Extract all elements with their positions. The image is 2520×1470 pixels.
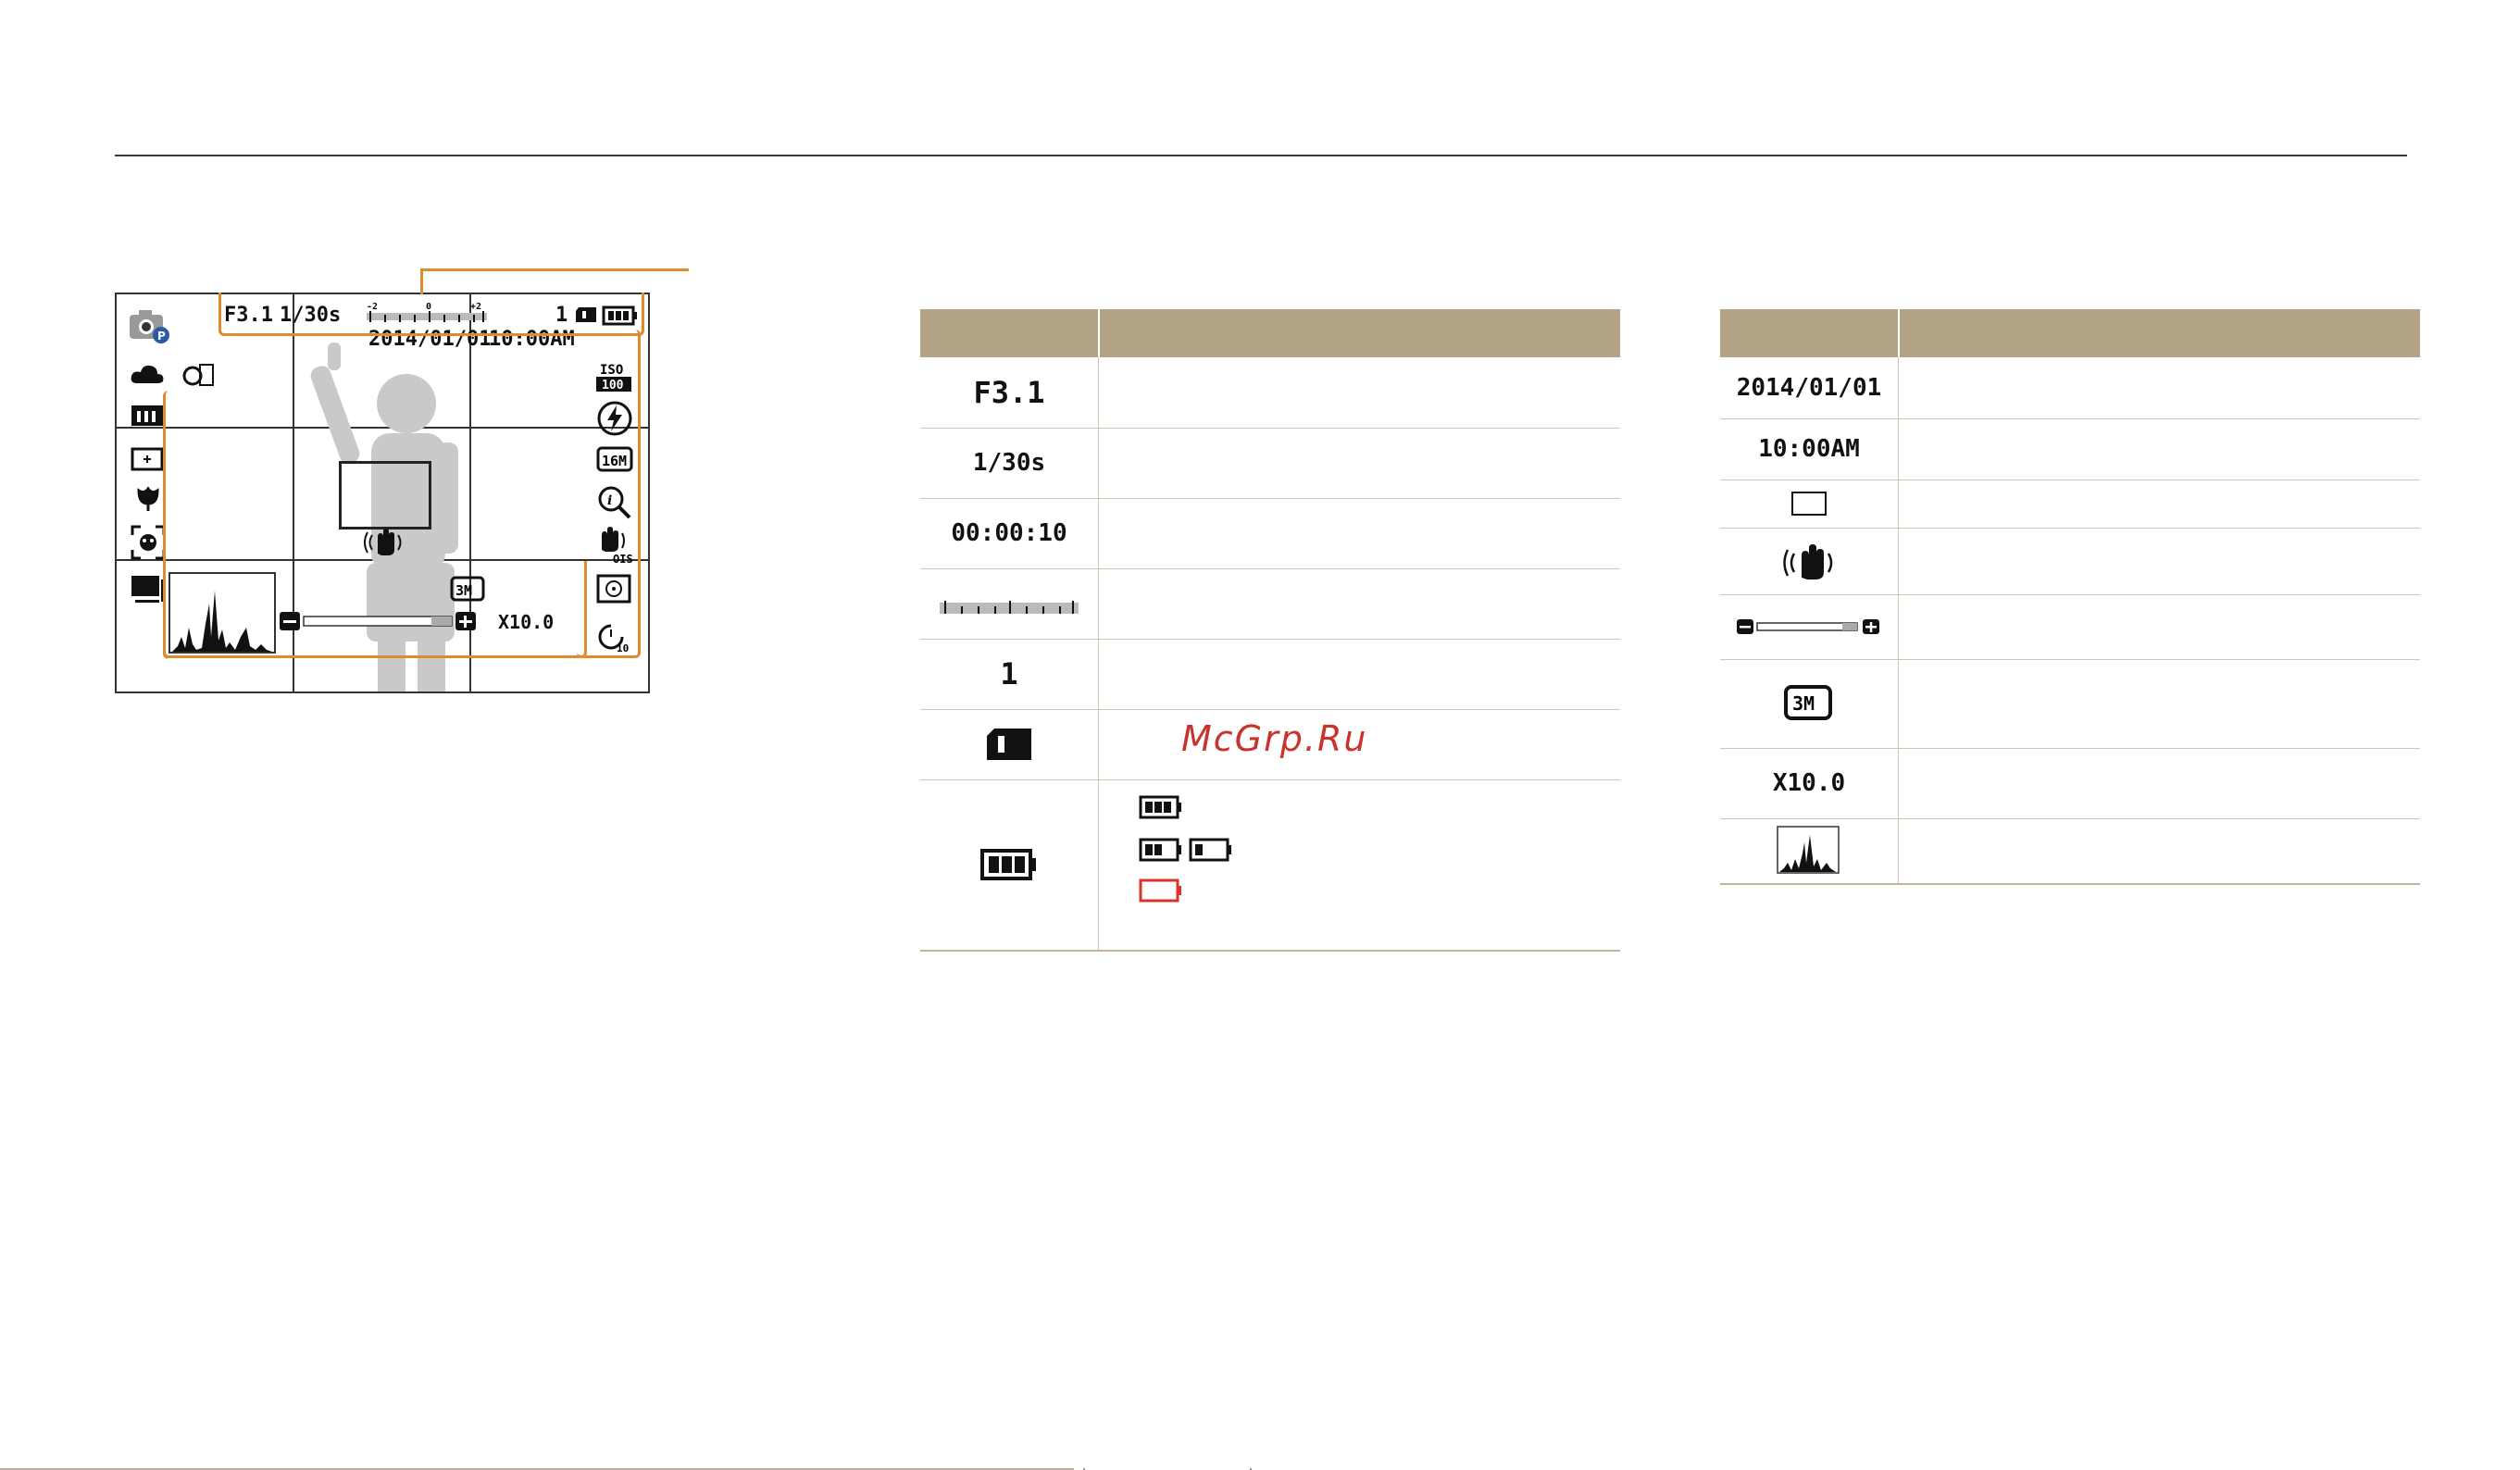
- zoom-ratio: X10.0: [1772, 769, 1846, 797]
- zoom-bar-icon: [1737, 619, 1879, 634]
- battery-low-icon: [1189, 838, 1231, 862]
- table-row: F3.1: [920, 357, 1620, 429]
- histogram-icon: [1777, 826, 1840, 874]
- af-frame-icon: [1791, 492, 1827, 516]
- table-row: [1720, 594, 2420, 660]
- memory-card-icon: [987, 729, 1031, 760]
- display-icon: [131, 576, 165, 603]
- table-row: 2014/01/01: [1720, 357, 2420, 419]
- movie-size-label: 3M: [1792, 692, 1815, 715]
- exposure-scale-icon: [940, 601, 1079, 614]
- right-icon-table: 2014/01/01 10:00AM 3M X10.0: [1720, 309, 2420, 885]
- table-row: 10:00AM: [1720, 418, 2420, 480]
- table-row: [1720, 480, 2420, 529]
- smart-filter-icon: [182, 364, 214, 386]
- bottom-info-bracket: [163, 561, 587, 658]
- leader-line: [420, 268, 689, 271]
- right-info-bracket: [577, 330, 641, 658]
- table-row: [920, 568, 1620, 640]
- subject-silhouette-icon: [310, 343, 458, 691]
- table-row: X10.0: [1720, 748, 2420, 819]
- program-mode-icon: P: [130, 310, 169, 343]
- shots-remaining: 1: [1000, 656, 1018, 691]
- table-header: [1720, 309, 2420, 357]
- svg-text:P: P: [157, 330, 166, 343]
- table-row: [1720, 528, 2420, 595]
- table-row: 1/30s: [920, 428, 1620, 499]
- aperture-value: F3.1: [973, 375, 1045, 410]
- table-row: 3M: [1720, 659, 2420, 749]
- time: 10:00AM: [1758, 435, 1860, 463]
- battery-empty-icon: [1139, 878, 1181, 903]
- leader-line: [420, 268, 423, 294]
- header-rule: [115, 155, 2407, 156]
- table-row: McGrp.Ru: [920, 709, 1620, 780]
- recording-time: 00:00:10: [951, 519, 1067, 547]
- table-row: [920, 779, 1620, 950]
- camera-shake-icon: [1783, 544, 1833, 579]
- table-row: 00:00:10: [920, 498, 1620, 569]
- watermark-text: McGrp.Ru: [1181, 718, 1368, 759]
- battery-full-icon: [980, 849, 1036, 880]
- shutter-speed: 1/30s: [972, 449, 1046, 477]
- metering-icon: [131, 447, 164, 471]
- battery-medium-icon: [1139, 838, 1181, 862]
- table-row: [1720, 818, 2420, 883]
- table-row: 1: [920, 639, 1620, 710]
- table-header: [920, 309, 1620, 357]
- face-detect-icon: [131, 525, 166, 560]
- date: 2014/01/01: [1736, 374, 1882, 402]
- battery-full-small-icon: [1139, 795, 1181, 819]
- movie-size-icon: 3M: [1784, 685, 1832, 720]
- macro-icon: [137, 486, 159, 511]
- left-icon-table: F3.1 1/30s 00:00:10 1 McGrp.Ru: [920, 309, 1620, 952]
- white-balance-icon: [131, 365, 164, 383]
